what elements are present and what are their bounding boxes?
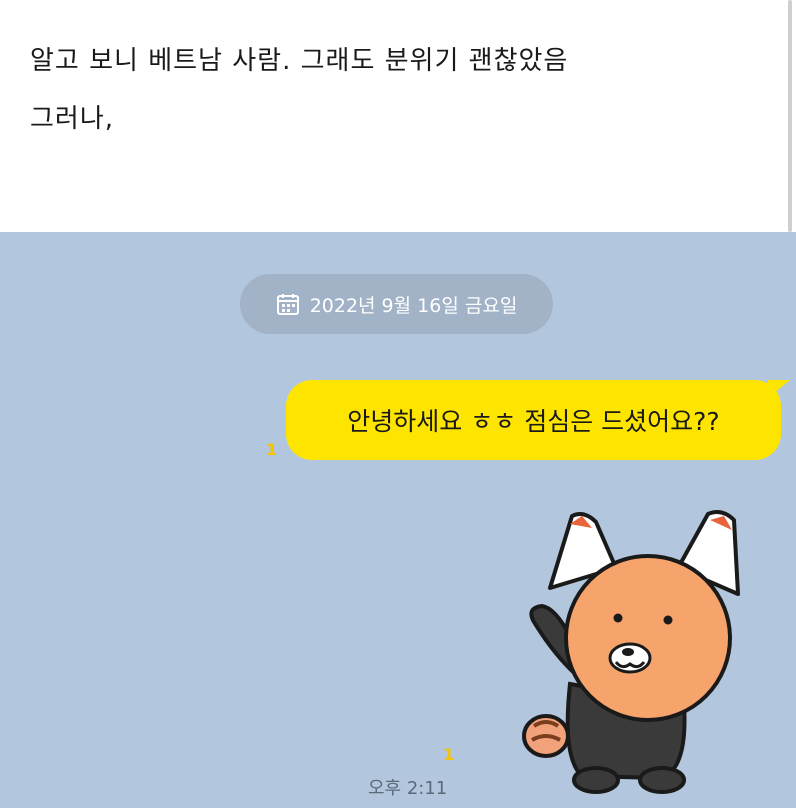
calendar-icon	[276, 294, 299, 315]
message-time: 오후 2:11	[368, 778, 448, 799]
post-content: 알고 보니 베트남 사람. 그래도 분위기 괜찮았음 그러나,	[0, 0, 796, 232]
post-text-line-2: 그러나,	[30, 104, 115, 134]
message-text: 안녕하세요 ㅎㅎ 점심은 드셨어요??	[347, 407, 720, 436]
message-bubble[interactable]: 안녕하세요 ㅎㅎ 점심은 드셨어요??	[286, 380, 781, 460]
unread-count: 1	[266, 440, 278, 459]
unread-count: 1	[443, 745, 455, 764]
post-text-line-1: 알고 보니 베트남 사람. 그래도 분위기 괜찮았음	[30, 46, 569, 76]
chat-screenshot: 2022년 9월 16일 금요일 1 안녕하세요 ㅎㅎ 점심은 드셨어요?? 1…	[0, 232, 796, 808]
date-label: 2022년 9월 16일 금요일	[309, 294, 518, 317]
bubble-tail	[768, 380, 790, 398]
red-panda-waving-sticker[interactable]	[512, 508, 752, 798]
scrollbar[interactable]	[788, 0, 792, 232]
date-divider: 2022년 9월 16일 금요일	[240, 274, 553, 334]
